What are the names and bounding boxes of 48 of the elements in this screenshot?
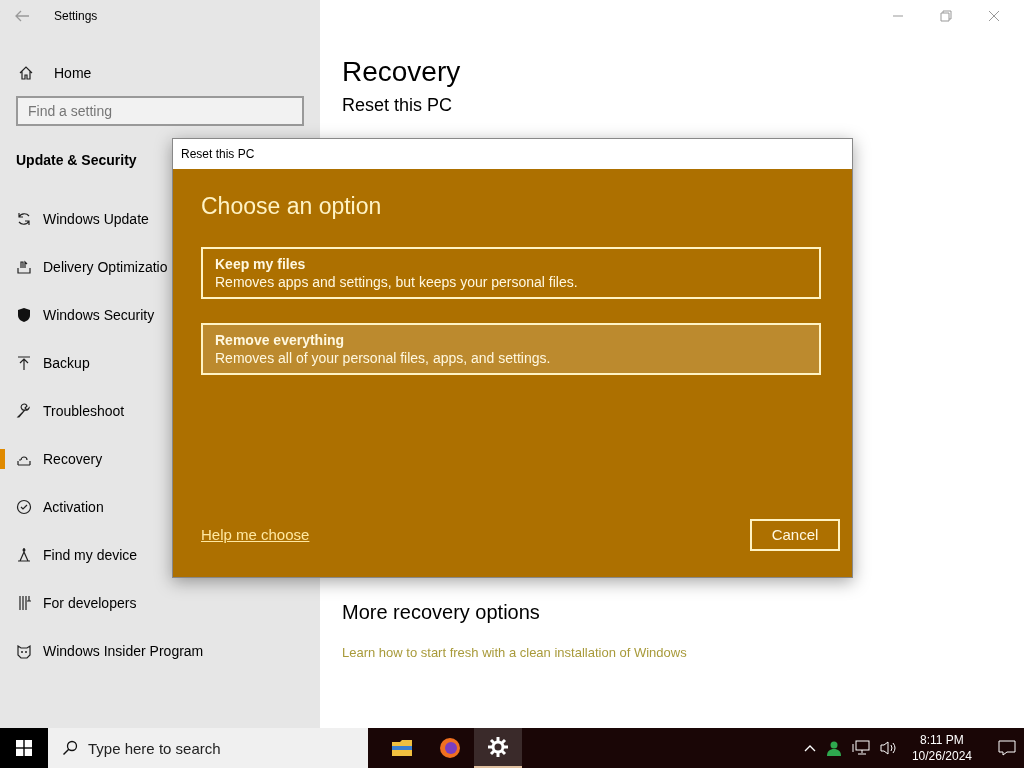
network-icon[interactable] — [851, 740, 870, 756]
upload-arrow-icon — [16, 355, 32, 371]
section-heading: More recovery options — [342, 600, 541, 625]
nav-item[interactable]: Recovery — [0, 435, 107, 483]
person-icon[interactable] — [825, 740, 842, 756]
person-pin-icon — [16, 547, 32, 563]
nav-item[interactable]: Delivery Optimizatio — [0, 243, 172, 291]
nav-item[interactable]: Windows Security — [0, 291, 159, 339]
option-title: Remove everything — [215, 331, 345, 349]
notification-icon[interactable] — [998, 740, 1016, 756]
browser-globe-icon — [438, 736, 462, 760]
chevron-up-icon[interactable] — [803, 744, 816, 752]
windows-start-icon[interactable] — [16, 740, 32, 756]
gear-icon — [486, 735, 510, 759]
search-field[interactable]: Find a setting — [16, 96, 304, 126]
taskbar-search-box[interactable]: Type here to search — [48, 728, 368, 768]
check-circle-icon — [16, 499, 32, 515]
window-title: Settings — [54, 8, 98, 25]
nav-item[interactable]: Windows Update — [0, 195, 153, 243]
home-item[interactable]: Home — [0, 50, 320, 96]
cat-face-icon — [16, 643, 32, 659]
cancel-button[interactable]: Cancel — [750, 519, 840, 551]
taskbar-search-field[interactable]: Type here to search — [88, 728, 348, 768]
nav-item[interactable]: Windows Insider Program — [0, 627, 208, 675]
taskbar-app-button[interactable] — [474, 728, 522, 768]
dialog-title: Reset this PC — [181, 146, 255, 163]
section-heading: Reset this PC — [342, 94, 454, 117]
page-title: Recovery — [342, 55, 462, 89]
section-heading: Update & Security — [16, 151, 137, 170]
nav-item[interactable]: Activation — [0, 483, 108, 531]
search-icon — [62, 740, 78, 756]
sync-icon — [16, 211, 32, 227]
nav-item[interactable]: For developers — [0, 579, 141, 627]
nav-item[interactable]: Troubleshoot — [0, 387, 129, 435]
wrench-icon — [16, 403, 32, 419]
nav-item[interactable]: Backup — [0, 339, 94, 387]
reset-option[interactable]: Keep my files Removes apps and settings, but keeps your personal files. — [201, 247, 821, 299]
option-title: Keep my files — [215, 255, 306, 273]
selection-bar — [0, 449, 5, 469]
clock[interactable]: 8:11 PM 10/26/2024 — [907, 732, 976, 764]
volume-icon[interactable] — [879, 740, 898, 756]
shield-icon — [16, 307, 32, 323]
home-icon — [18, 65, 34, 81]
nav-item[interactable]: Find my device — [0, 531, 142, 579]
option-description: Removes all of your personal files, apps, and settings. — [215, 349, 551, 367]
dialog-heading: Choose an option — [201, 192, 382, 221]
option-description: Removes apps and settings, but keeps your personal files. — [215, 273, 578, 291]
close-icon[interactable] — [988, 10, 1000, 22]
